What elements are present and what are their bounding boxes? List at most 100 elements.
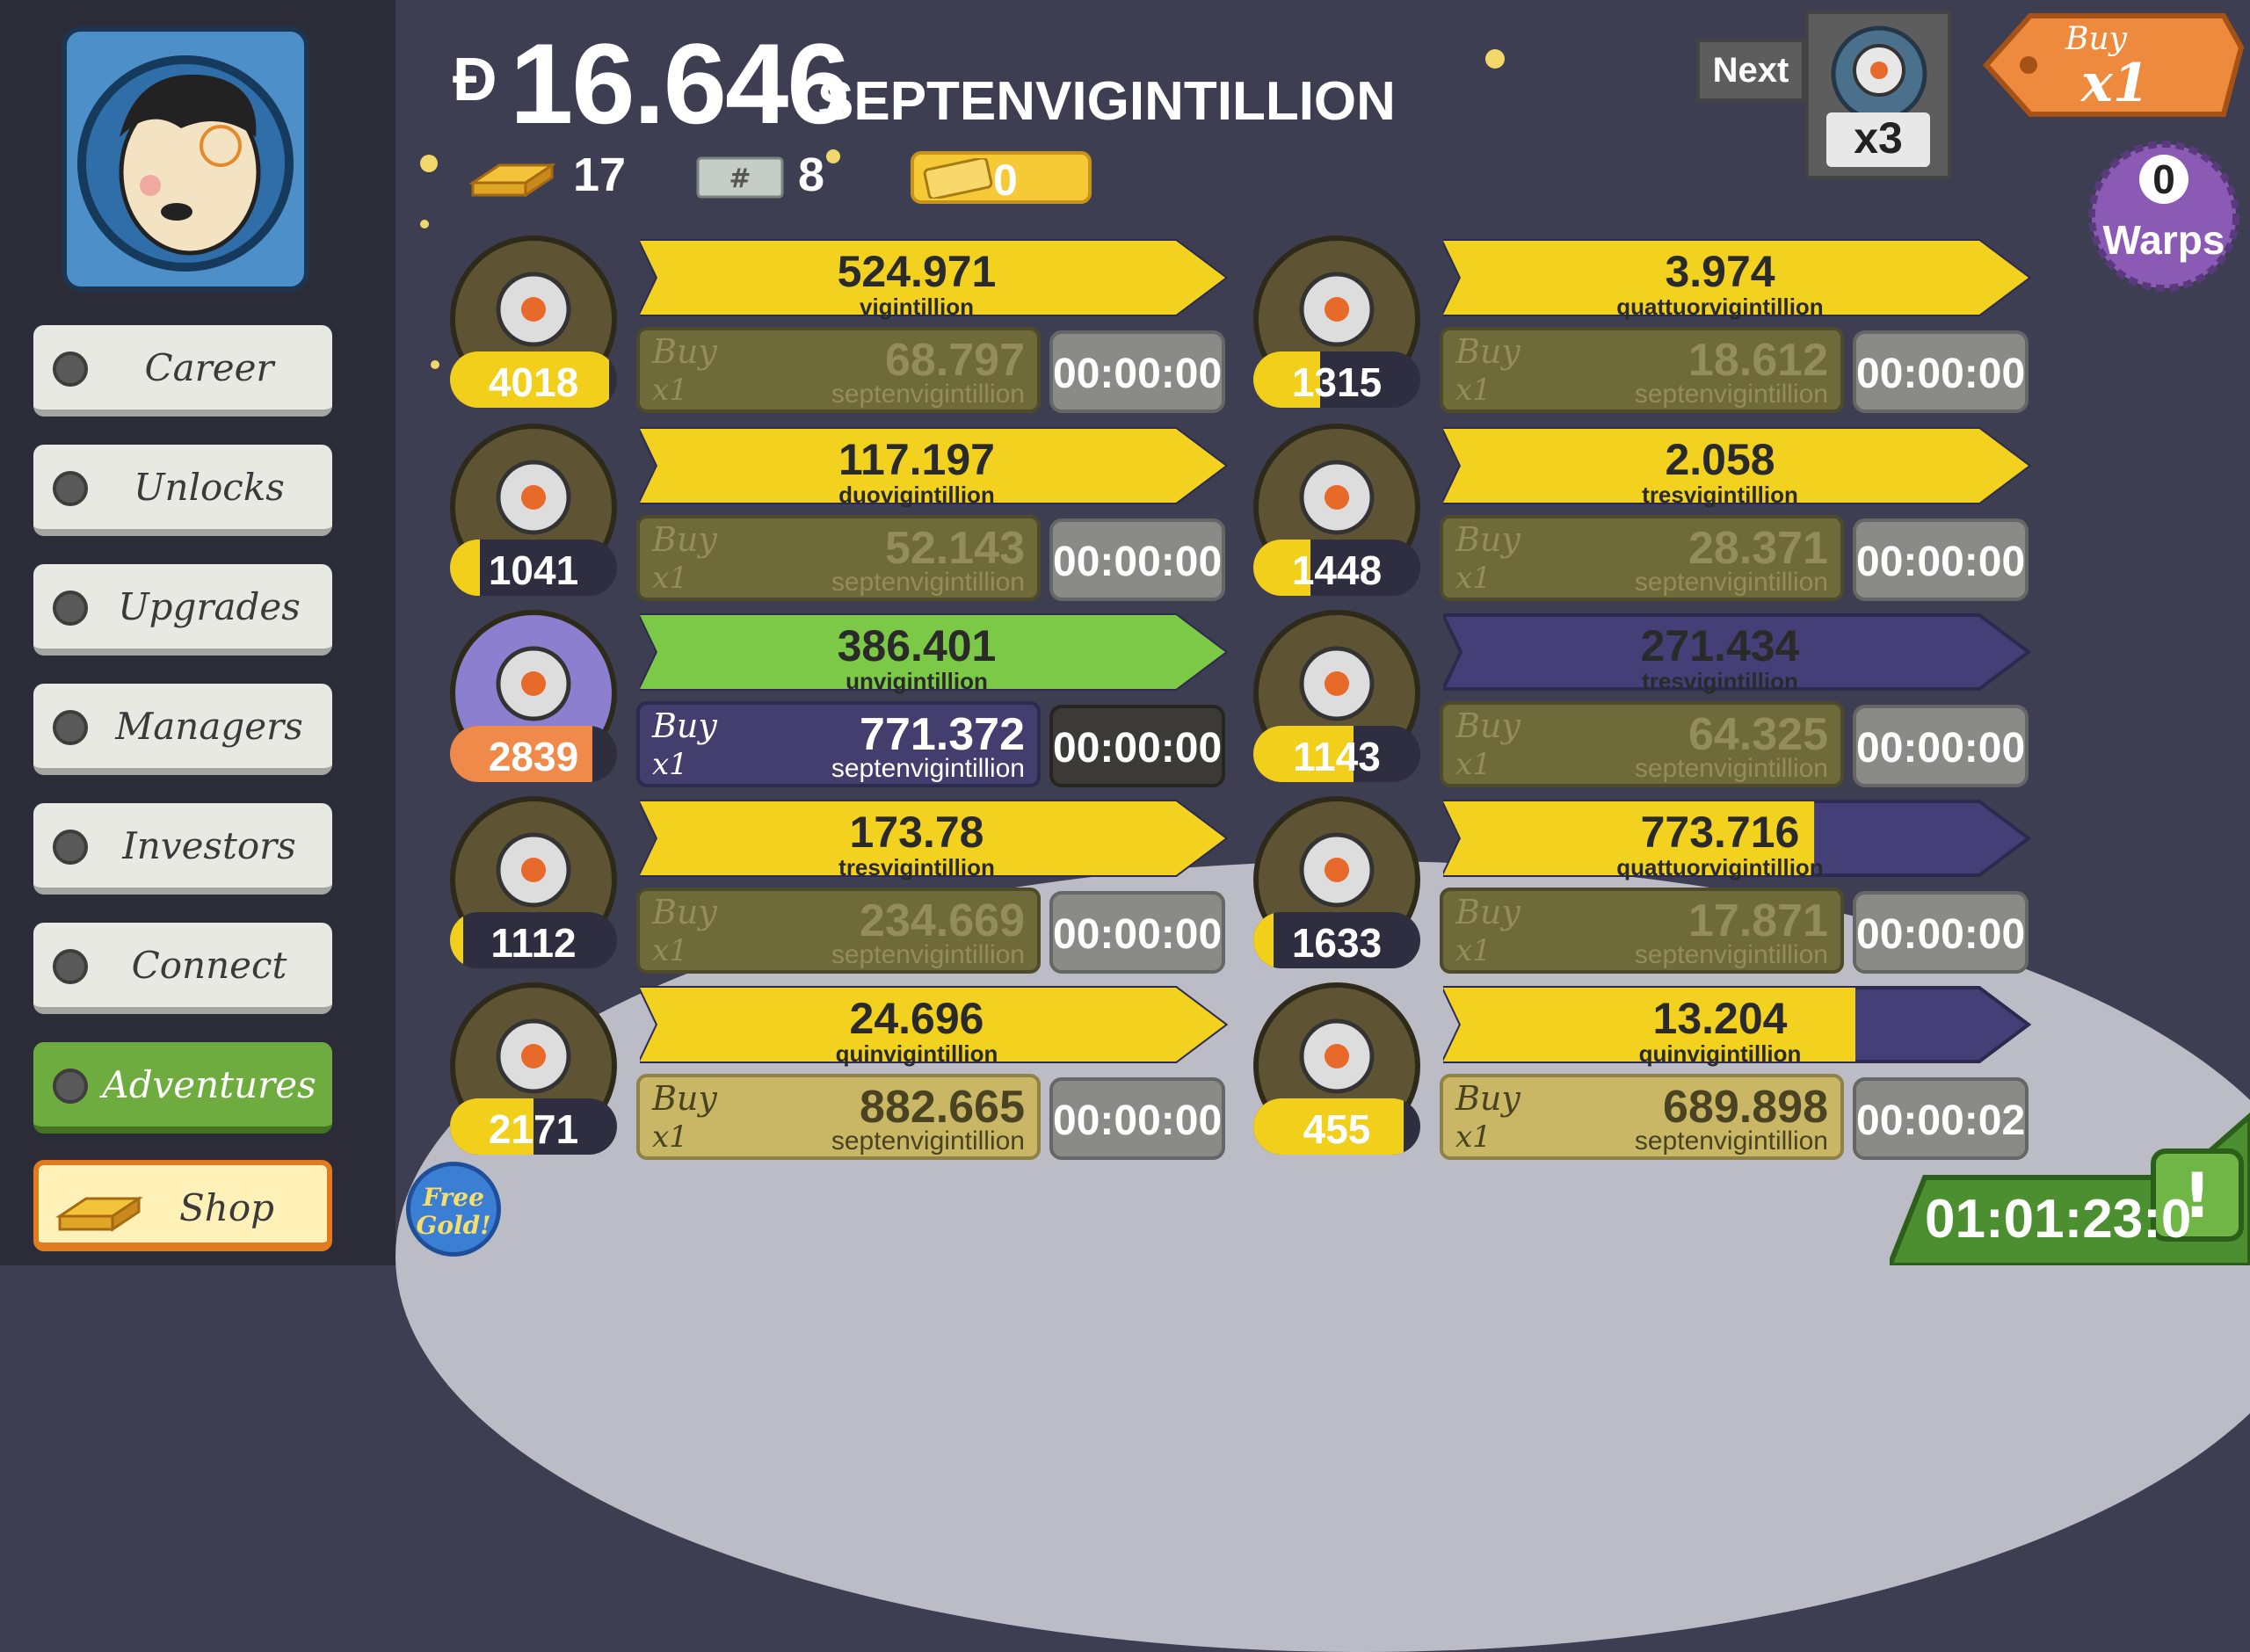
owned-count: 2839 <box>488 734 579 779</box>
owned-count-pill: 1633 <box>1253 912 1420 968</box>
business-card[interactable]: 1143 271.434 tresvigintillion Buy x1 64.325 se… <box>1253 610 2097 791</box>
revenue-amount: 24.696 <box>849 994 984 1043</box>
buy-cost-unit: septenvigintillion <box>831 940 1025 969</box>
revenue-unit: duovigintillion <box>838 482 995 508</box>
tickets-pill[interactable]: 0 <box>911 151 1092 205</box>
buy-cost: 64.325 <box>1688 709 1828 760</box>
indicator-dot <box>53 949 88 984</box>
buy-business-button[interactable]: Buy x1 689.898 septenvigintillion <box>1440 1074 1844 1160</box>
revenue-unit: vigintillion <box>860 293 974 320</box>
warps-badge[interactable]: 0 Warps <box>2085 137 2243 295</box>
buy-cost: 771.372 <box>860 709 1025 760</box>
star-icon <box>420 155 438 172</box>
gold-count: 17 <box>573 149 627 201</box>
managers-button[interactable]: Managers <box>33 684 332 775</box>
cycle-timer: 00:00:00 <box>1049 891 1225 974</box>
sidebar: Career Unlocks Upgrades Managers Investo… <box>0 0 396 1265</box>
buy-quantity: x1 <box>1455 1119 1492 1155</box>
cycle-timer: 00:00:00 <box>1853 518 2029 601</box>
connect-button[interactable]: Connect <box>33 923 332 1014</box>
next-reward-tile[interactable]: x3 <box>1805 11 1951 179</box>
buy-cost-unit: septenvigintillion <box>831 568 1025 597</box>
buy-label: Buy <box>1455 332 1521 371</box>
investors-label: Investors <box>122 824 296 867</box>
owned-count: 1448 <box>1291 547 1383 593</box>
svg-text:#: # <box>729 163 751 194</box>
buy-quantity: x1 <box>652 933 688 968</box>
owned-count: 2171 <box>488 1106 579 1152</box>
adventures-label: Adventures <box>102 1063 316 1106</box>
avatar[interactable] <box>62 26 309 292</box>
buy-cost: 52.143 <box>884 523 1025 574</box>
megabucks-count: 8 <box>798 149 825 201</box>
revenue-amount: 386.401 <box>837 621 997 670</box>
buy-cost-unit: septenvigintillion <box>1634 1127 1828 1156</box>
buy-cost: 18.612 <box>1688 335 1828 386</box>
owned-count-pill: 1315 <box>1253 351 1420 408</box>
gold-bars-icon <box>468 163 556 198</box>
buy-business-button[interactable]: Buy x1 17.871 septenvigintillion <box>1440 888 1844 974</box>
buy-business-button[interactable]: Buy x1 52.143 septenvigintillion <box>636 515 1041 601</box>
business-card[interactable]: 1041 117.197 duovigintillion Buy x1 52.143 sep… <box>450 424 1294 605</box>
revenue-unit: quinvigintillion <box>1638 1040 1802 1067</box>
owned-count: 1315 <box>1291 359 1383 405</box>
buy-label: Buy <box>1455 1079 1521 1118</box>
upgrades-label: Upgrades <box>118 585 301 628</box>
business-card[interactable]: 4018 524.971 vigintillion Buy x1 68.797 septen… <box>450 235 1294 417</box>
buy-business-button[interactable]: Buy x1 882.665 septenvigintillion <box>636 1074 1041 1160</box>
revenue-amount: 173.78 <box>849 808 984 857</box>
upgrades-button[interactable]: Upgrades <box>33 564 332 656</box>
revenue-amount: 117.197 <box>838 435 995 484</box>
buy-business-button[interactable]: Buy x1 68.797 septenvigintillion <box>636 327 1041 413</box>
business-card[interactable]: 2839 386.401 unvigintillion Buy x1 771.372 sep… <box>450 610 1294 791</box>
adventures-button[interactable]: Adventures <box>33 1042 332 1134</box>
business-card[interactable]: 1315 3.974 quattuorvigintillion Buy x1 18.612… <box>1253 235 2097 417</box>
buy-label: Buy <box>1455 520 1521 559</box>
buy-cost: 234.669 <box>860 895 1025 946</box>
buy-business-button[interactable]: Buy x1 18.612 septenvigintillion <box>1440 327 1844 413</box>
business-card[interactable]: 1112 173.78 tresvigintillion Buy x1 234.669 se… <box>450 796 1294 977</box>
buy-business-button[interactable]: Buy x1 234.669 septenvigintillion <box>636 888 1041 974</box>
gold-bars-icon <box>55 1196 143 1232</box>
unlocks-label: Unlocks <box>134 466 285 509</box>
buy-business-button[interactable]: Buy x1 771.372 septenvigintillion <box>636 701 1041 787</box>
owned-count-pill: 2171 <box>450 1098 617 1155</box>
unlocks-button[interactable]: Unlocks <box>33 445 332 536</box>
next-button[interactable]: Next <box>1696 39 1805 102</box>
buy-label: Buy <box>652 520 717 559</box>
star-icon <box>1485 49 1505 69</box>
currency-unit: SEPTENVIGINTILLION <box>817 71 1396 132</box>
buy-quantity: x1 <box>652 747 688 782</box>
shop-button[interactable]: Shop <box>33 1160 332 1251</box>
owned-count-pill: 1143 <box>1253 726 1420 782</box>
buy-cost-unit: septenvigintillion <box>831 380 1025 409</box>
buy-quantity: x1 <box>652 561 688 596</box>
free-gold-button[interactable]: Free Gold! <box>406 1162 501 1257</box>
buy-quantity: x1 <box>652 373 688 408</box>
owned-count-pill: 1041 <box>450 540 617 596</box>
buy-cost-unit: septenvigintillion <box>1634 754 1828 783</box>
revenue-amount: 773.716 <box>1640 808 1800 857</box>
buy-label: Buy <box>1455 706 1521 745</box>
business-card[interactable]: 2171 24.696 quinvigintillion Buy x1 882.665 se… <box>450 982 1294 1163</box>
business-card[interactable]: 1633 773.716 quattuorvigintillion Buy x1 17.8… <box>1253 796 2097 977</box>
currency-amount: 16.646 <box>510 19 851 148</box>
career-button[interactable]: Career <box>33 325 332 417</box>
indicator-dot <box>53 710 88 745</box>
shop-label: Shop <box>179 1186 274 1229</box>
buy-label: Buy <box>652 1079 717 1118</box>
buy-quantity: x1 <box>1455 561 1492 596</box>
business-card[interactable]: 1448 2.058 tresvigintillion Buy x1 28.371 sept… <box>1253 424 2097 605</box>
revenue-unit: quattuorvigintillion <box>1616 854 1824 880</box>
star-icon <box>826 149 840 163</box>
buy-cost: 882.665 <box>860 1082 1025 1133</box>
buy-business-button[interactable]: Buy x1 28.371 septenvigintillion <box>1440 515 1844 601</box>
buy-label: Buy <box>652 706 717 745</box>
owned-count: 1633 <box>1291 920 1383 966</box>
free-gold-line2: Gold! <box>416 1211 491 1240</box>
investors-button[interactable]: Investors <box>33 803 332 895</box>
revenue-amount: 524.971 <box>837 247 997 296</box>
buy-mode-tag[interactable]: Buy x1 <box>1978 4 2250 127</box>
buy-business-button[interactable]: Buy x1 64.325 septenvigintillion <box>1440 701 1844 787</box>
cycle-timer: 00:00:00 <box>1049 1077 1225 1160</box>
